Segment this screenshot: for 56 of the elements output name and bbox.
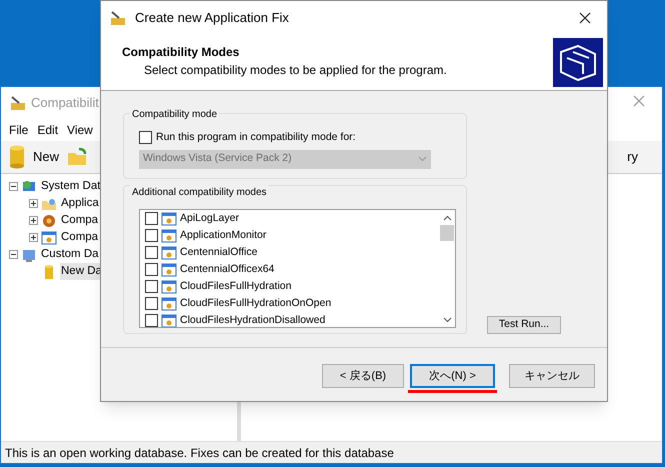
window-title: Compatibilit <box>31 94 99 112</box>
expander-icon[interactable] <box>29 233 38 242</box>
expander-icon[interactable] <box>9 182 18 191</box>
mode-item[interactable]: CloudFilesFullHydration <box>180 278 292 294</box>
menu-item[interactable]: Edit <box>37 121 58 139</box>
mode-item[interactable]: ApplicationMonitor <box>180 228 266 244</box>
checkbox[interactable] <box>139 131 152 144</box>
dialog-button[interactable]: < 戻る(B) <box>322 364 404 388</box>
tree-item[interactable]: Compa <box>60 212 100 230</box>
menu-item[interactable]: View <box>67 121 93 139</box>
window-icon <box>161 245 177 260</box>
dialog-button[interactable]: 次へ(N) > <box>410 364 495 388</box>
tree-item[interactable]: Compa <box>60 228 100 246</box>
checkbox[interactable] <box>145 212 158 225</box>
checkbox[interactable] <box>145 280 158 293</box>
new-button[interactable]: New <box>33 147 60 167</box>
window-icon <box>161 262 177 277</box>
group-title: Compatibility mode <box>130 107 220 122</box>
dialog-button[interactable]: キャンセル <box>509 364 595 388</box>
window-icon <box>161 279 177 294</box>
mode-item[interactable]: ApiLogLayer <box>180 210 239 226</box>
drive-bay-icon <box>553 38 603 87</box>
hammer-icon <box>109 10 127 26</box>
window-icon <box>161 228 177 243</box>
expander-icon[interactable] <box>29 216 38 225</box>
tree-item[interactable]: System Dat <box>40 178 102 196</box>
mode-item[interactable]: CentennialOfficex64 <box>180 262 274 278</box>
scroll-up-icon[interactable] <box>442 215 452 221</box>
toolbar-label: ry <box>627 148 638 166</box>
tree-item[interactable]: Custom Da <box>40 246 100 264</box>
scroll-down-icon[interactable] <box>442 317 452 323</box>
checkbox[interactable] <box>145 246 158 259</box>
checkbox[interactable] <box>145 314 158 327</box>
mode-item[interactable]: CloudFilesFullHydrationOnOpen <box>180 296 332 312</box>
status-text: This is an open working database. Fixes can be created for this database <box>5 444 394 462</box>
page-description: Select compatibility modes to be applied for the program. <box>143 62 448 79</box>
checkbox-label: Run this program in compatibility mode for: <box>156 130 356 145</box>
checkbox[interactable] <box>145 297 158 310</box>
checkbox[interactable] <box>145 263 158 276</box>
close-icon[interactable] <box>579 12 591 24</box>
test-run-button[interactable]: Test Run... <box>487 316 561 334</box>
menu-item[interactable]: File <box>9 121 28 139</box>
mode-item[interactable]: CentennialOffice <box>180 244 258 260</box>
page-heading: Compatibility Modes <box>122 44 240 61</box>
window-icon <box>41 230 57 246</box>
scroll-thumb[interactable] <box>440 225 454 241</box>
dialog-title: Create new Application Fix <box>135 8 290 27</box>
expander-icon[interactable] <box>9 250 18 259</box>
gear-icon <box>41 212 57 228</box>
group-title: Additional compatibility modes <box>130 185 269 200</box>
window-icon <box>161 296 177 311</box>
tree-item[interactable]: Applica <box>60 194 100 212</box>
checkbox[interactable] <box>145 229 158 242</box>
mode-item[interactable]: CloudFilesHydrationDisallowed <box>180 312 326 327</box>
hammer-icon <box>9 95 27 111</box>
expander-icon[interactable] <box>29 199 38 208</box>
